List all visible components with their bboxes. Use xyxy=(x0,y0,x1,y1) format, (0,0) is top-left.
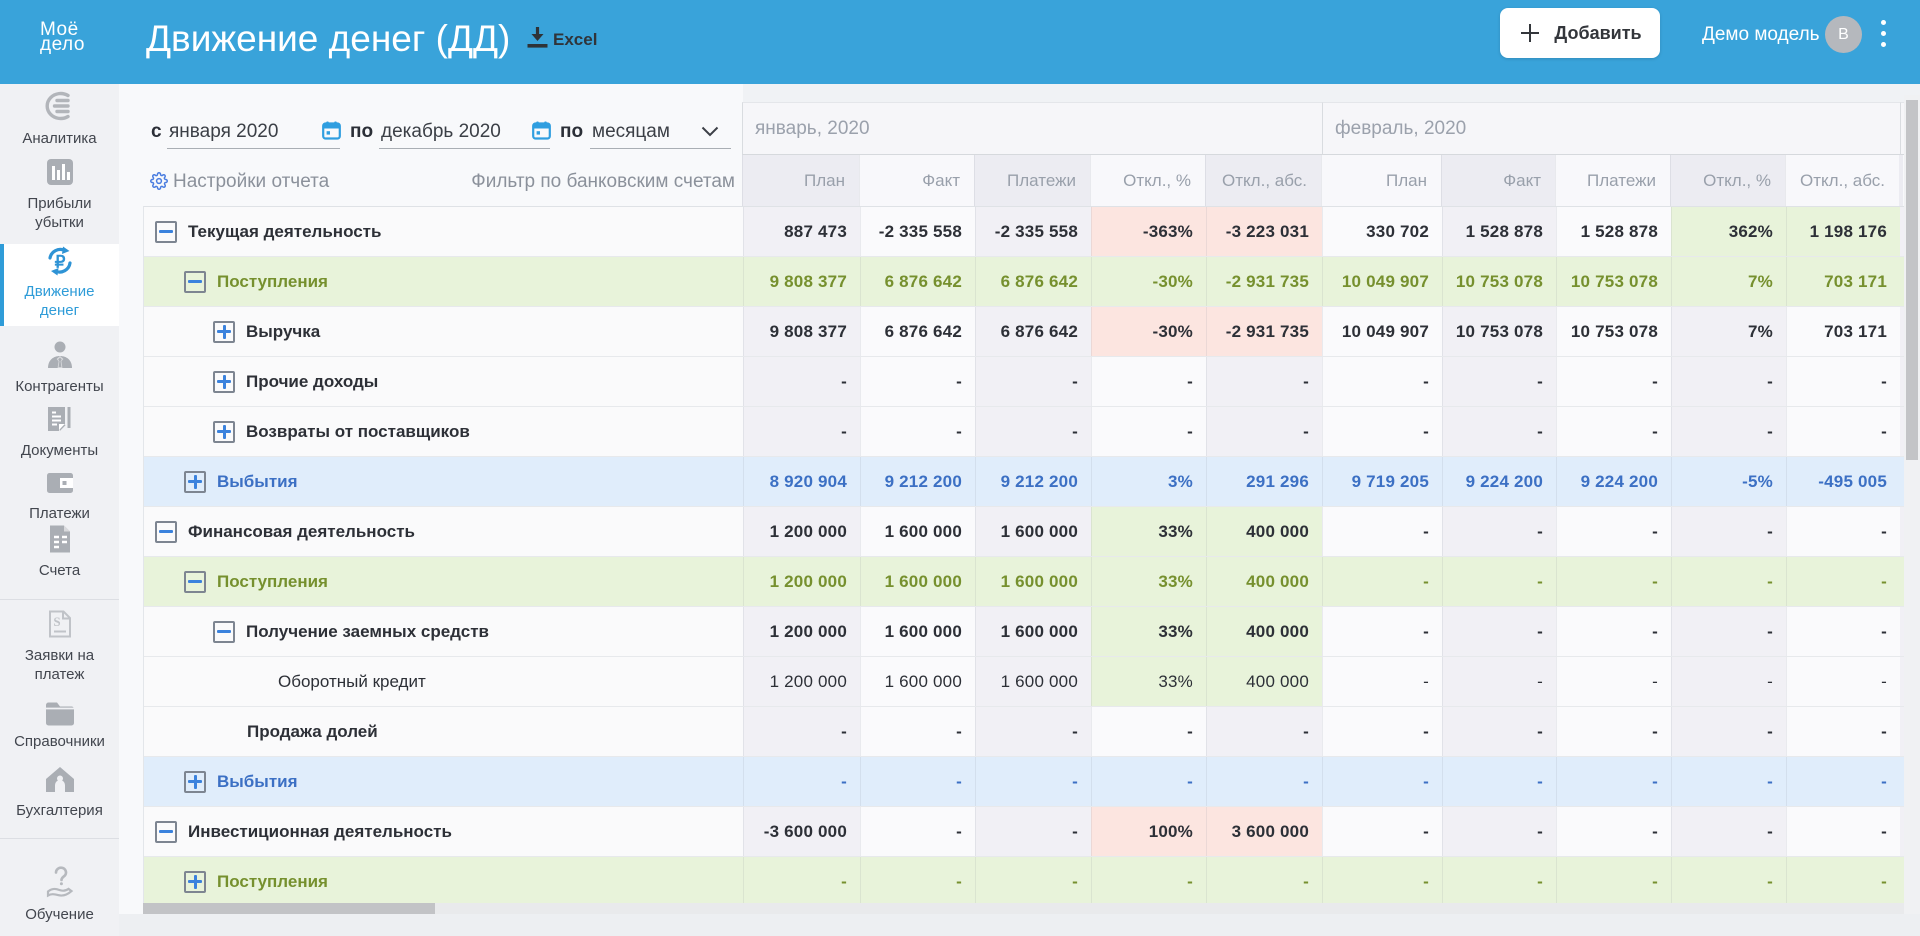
svg-text:₽: ₽ xyxy=(54,253,65,272)
svg-text:S: S xyxy=(53,614,60,629)
